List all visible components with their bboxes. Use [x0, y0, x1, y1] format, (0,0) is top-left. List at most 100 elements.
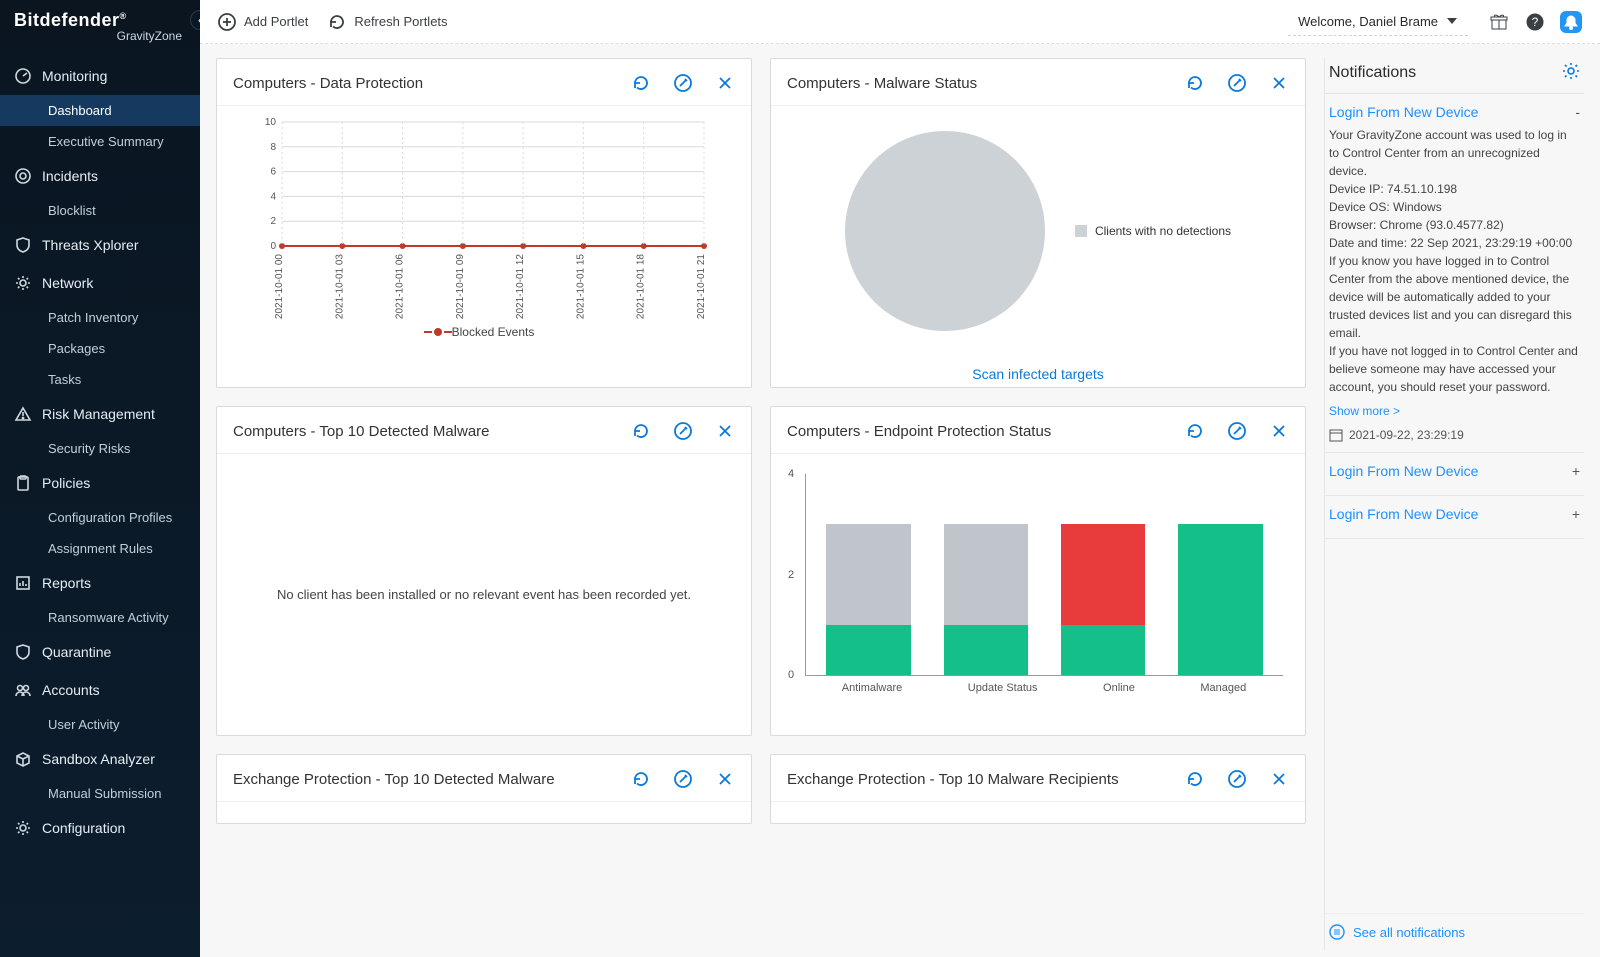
nav-sub-assignment-rules[interactable]: Assignment Rules [0, 533, 200, 564]
svg-text:2021-10-01 03: 2021-10-01 03 [334, 254, 345, 319]
nav-sub-user-activity[interactable]: User Activity [0, 709, 200, 740]
portlet-close-button[interactable] [715, 73, 735, 93]
nav-section-sandbox-analyzer[interactable]: Sandbox Analyzer [0, 740, 200, 778]
gear-icon [1562, 62, 1580, 80]
nav-sub-blocklist[interactable]: Blocklist [0, 195, 200, 226]
nav-label: Configuration [42, 820, 125, 836]
users-icon [14, 681, 32, 699]
svg-text:2021-10-01 00: 2021-10-01 00 [274, 254, 285, 319]
nav-section-configuration[interactable]: Configuration [0, 809, 200, 847]
expand-icon[interactable]: + [1572, 506, 1580, 522]
portlet-edit-button[interactable] [1227, 769, 1247, 789]
nav-sub-dashboard[interactable]: Dashboard [0, 95, 200, 126]
nav-sub-executive-summary[interactable]: Executive Summary [0, 126, 200, 157]
topbar: Add Portlet Refresh Portlets Welcome, Da… [200, 0, 1600, 44]
add-portlet-button[interactable]: Add Portlet [218, 13, 308, 31]
nav-sub-tasks[interactable]: Tasks [0, 364, 200, 395]
collapse-icon[interactable]: - [1575, 104, 1580, 120]
portlet-close-button[interactable] [715, 421, 735, 441]
nav-sub-configuration-profiles[interactable]: Configuration Profiles [0, 502, 200, 533]
nav-section-network[interactable]: Network [0, 264, 200, 302]
portlet-title: Computers - Malware Status [787, 75, 1185, 92]
svg-text:4: 4 [270, 191, 276, 202]
close-icon [1270, 74, 1288, 92]
portlet-edit-button[interactable] [673, 769, 693, 789]
portlet-title: Computers - Data Protection [233, 75, 631, 92]
svg-text:2021-10-01 18: 2021-10-01 18 [636, 254, 647, 319]
refresh-portlets-button[interactable]: Refresh Portlets [328, 13, 447, 31]
notifications-settings-button[interactable] [1562, 62, 1580, 83]
notification-title[interactable]: Login From New Device+ [1329, 506, 1580, 522]
portlet-refresh-button[interactable] [1185, 421, 1205, 441]
svg-text:2021-10-01 09: 2021-10-01 09 [455, 254, 466, 319]
nav-label: Monitoring [42, 68, 107, 84]
nav: Monitoring DashboardExecutive SummaryInci… [0, 51, 200, 957]
notifications-bell-button[interactable] [1560, 11, 1582, 33]
portlet-close-button[interactable] [715, 769, 735, 789]
gift-icon[interactable] [1488, 11, 1510, 33]
portlet-edit-button[interactable] [1227, 73, 1247, 93]
portlet-top10-malware: Computers - Top 10 Detected Malware No c… [216, 406, 752, 736]
report-icon [14, 574, 32, 592]
portlet-close-button[interactable] [1269, 769, 1289, 789]
list-icon [1329, 924, 1345, 940]
nav-section-monitoring[interactable]: Monitoring [0, 57, 200, 95]
warning-icon [14, 405, 32, 423]
notification-title[interactable]: Login From New Device- [1329, 104, 1580, 120]
nav-sub-manual-submission[interactable]: Manual Submission [0, 778, 200, 809]
nav-sub-patch-inventory[interactable]: Patch Inventory [0, 302, 200, 333]
legend-label: Blocked Events [452, 325, 535, 339]
expand-icon[interactable]: + [1572, 463, 1580, 479]
portlet-edit-button[interactable] [673, 421, 693, 441]
reload-icon [1186, 74, 1204, 92]
notifications-list: Login From New Device-Your GravityZone a… [1325, 94, 1584, 539]
shield-icon [14, 236, 32, 254]
content: Computers - Data Protection 02468102021-… [200, 44, 1600, 957]
shield-icon [14, 643, 32, 661]
nav-label: Sandbox Analyzer [42, 751, 155, 767]
nav-label: Threats Xplorer [42, 237, 138, 253]
edit-icon [674, 74, 692, 92]
nav-sub-security-risks[interactable]: Security Risks [0, 433, 200, 464]
sidebar: Bitdefender® GravityZone ‹ MonitoringDas… [0, 0, 200, 957]
calendar-icon [1329, 428, 1343, 442]
portlet-refresh-button[interactable] [631, 769, 651, 789]
nav-sub-packages[interactable]: Packages [0, 333, 200, 364]
nav-section-accounts[interactable]: Accounts [0, 671, 200, 709]
brand-suffix: ® [120, 11, 127, 21]
data-protection-legend: Blocked Events [229, 325, 739, 339]
notification-item: Login From New Device+ [1325, 453, 1584, 496]
portlet-refresh-button[interactable] [631, 73, 651, 93]
help-icon[interactable]: ? [1524, 11, 1546, 33]
nav-sub-ransomware-activity[interactable]: Ransomware Activity [0, 602, 200, 633]
portlet-refresh-button[interactable] [631, 421, 651, 441]
sidebar-collapse-button[interactable]: ‹ [190, 10, 200, 30]
portlet-refresh-button[interactable] [1185, 769, 1205, 789]
nav-section-threats-xplorer[interactable]: Threats Xplorer [0, 226, 200, 264]
scan-infected-targets-link[interactable]: Scan infected targets [972, 366, 1104, 382]
nav-section-incidents[interactable]: Incidents [0, 157, 200, 195]
portlet-edit-button[interactable] [673, 73, 693, 93]
reload-icon [1186, 770, 1204, 788]
edit-icon [674, 770, 692, 788]
nav-label: Reports [42, 575, 91, 591]
reload-icon [632, 74, 650, 92]
notification-title[interactable]: Login From New Device+ [1329, 463, 1580, 479]
gauge-icon [14, 67, 32, 85]
nav-section-risk-management[interactable]: Risk Management [0, 395, 200, 433]
notifications-panel: Notifications Login From New Device-Your… [1324, 58, 1584, 950]
svg-text:10: 10 [265, 117, 277, 128]
nav-section-policies[interactable]: Policies [0, 464, 200, 502]
nav-section-reports[interactable]: Reports [0, 564, 200, 602]
see-all-notifications-link[interactable]: See all notifications [1325, 913, 1584, 950]
portlet-close-button[interactable] [1269, 73, 1289, 93]
brand-name: Bitdefender [14, 10, 120, 30]
portlet-edit-button[interactable] [1227, 421, 1247, 441]
nav-section-quarantine[interactable]: Quarantine [0, 633, 200, 671]
portlet-refresh-button[interactable] [1185, 73, 1205, 93]
edit-icon [1228, 770, 1246, 788]
portlet-close-button[interactable] [1269, 421, 1289, 441]
notification-show-more-link[interactable]: Show more > [1329, 404, 1400, 418]
user-menu[interactable]: Welcome, Daniel Brame [1288, 8, 1468, 36]
add-portlet-label: Add Portlet [244, 14, 308, 29]
